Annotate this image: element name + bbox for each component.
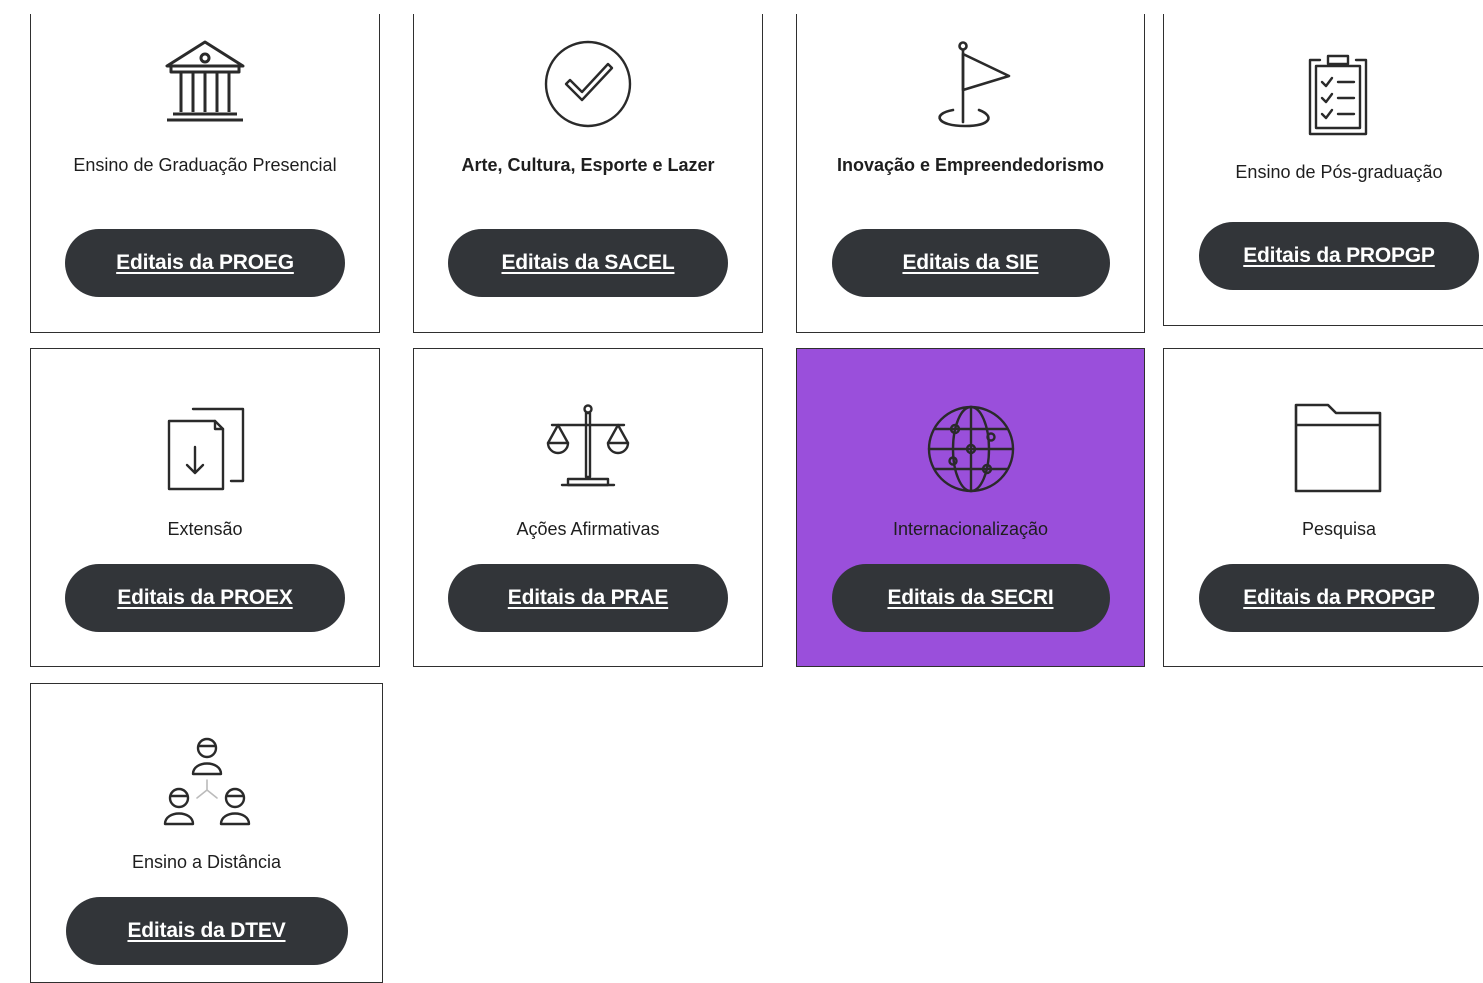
editais-dtev-button[interactable]: Editais da DTEV: [65, 897, 348, 965]
document-download-icon: [159, 399, 251, 491]
globe-network-icon: [925, 403, 1017, 495]
folder-icon: [1292, 401, 1384, 493]
card-sacel: Arte, Cultura, Esporte e Lazer Editais d…: [413, 14, 763, 333]
card-title: Ensino a Distância: [131, 852, 282, 872]
card-title: Ações Afirmativas: [516, 519, 660, 539]
card-internacionalizacao: Internacionalização Editais da SECRI: [796, 348, 1145, 667]
card-ensino-distancia: Ensino a Distância Editais da DTEV: [30, 683, 383, 983]
people-network-icon: [161, 734, 253, 826]
card-title: Inovação e Empreendedorismo: [836, 155, 1105, 175]
card-title: Ensino de Pós-graduação: [1235, 162, 1443, 182]
card-acoes-afirmativas: Ações Afirmativas Editais da PRAE: [413, 348, 763, 667]
editais-propgp-button[interactable]: Editais da PROPGP: [1199, 222, 1479, 290]
checkmark-circle-icon: [542, 38, 634, 130]
editais-secri-button[interactable]: Editais da SECRI: [831, 564, 1110, 632]
card-graduacao: Ensino de Graduação Presencial Editais d…: [30, 14, 380, 333]
editais-prae-button[interactable]: Editais da PRAE: [448, 564, 728, 632]
clipboard-checklist-icon: [1292, 46, 1384, 138]
editais-proeg-button[interactable]: Editais da PROEG: [65, 229, 345, 297]
card-title: Ensino de Graduação Presencial: [73, 155, 337, 175]
card-extensao: Extensão Editais da PROEX: [30, 348, 380, 667]
editais-propgp-pesquisa-button[interactable]: Editais da PROPGP: [1199, 564, 1479, 632]
institution-icon: [159, 38, 251, 130]
card-title: Pesquisa: [1301, 519, 1377, 539]
card-sie: Inovação e Empreendedorismo Editais da S…: [796, 14, 1145, 333]
editais-sie-button[interactable]: Editais da SIE: [831, 229, 1110, 297]
card-pos-graduacao: Ensino de Pós-graduação Editais da PROPG…: [1163, 14, 1483, 326]
card-title: Extensão: [167, 519, 243, 539]
scales-icon: [542, 401, 634, 493]
editais-proex-button[interactable]: Editais da PROEX: [65, 564, 345, 632]
card-title: Arte, Cultura, Esporte e Lazer: [461, 155, 715, 175]
card-title: Internacionalização: [892, 519, 1049, 539]
card-pesquisa: Pesquisa Editais da PROPGP: [1163, 348, 1483, 667]
editais-sacel-button[interactable]: Editais da SACEL: [448, 229, 728, 297]
flag-icon: [925, 38, 1017, 130]
